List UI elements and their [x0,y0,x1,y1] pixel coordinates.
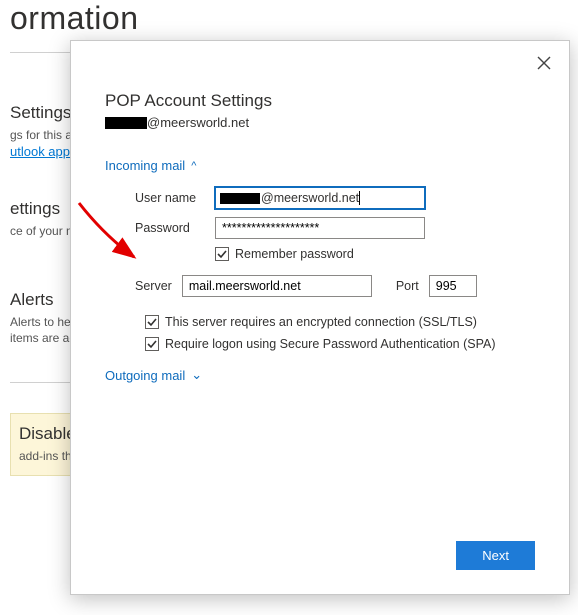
remember-password-row: Remember password [105,247,535,261]
server-label: Server [135,279,172,293]
pop-account-settings-dialog: POP Account Settings @meersworld.net Inc… [70,40,570,595]
close-button[interactable] [535,55,553,73]
username-row: User name @meersworld.net [105,187,535,209]
dialog-title: POP Account Settings [105,91,535,111]
username-value: @meersworld.net [261,191,359,205]
password-input[interactable] [215,217,425,239]
server-row: Server Port [105,275,535,297]
redacted-user [220,193,260,204]
ssl-checkbox[interactable] [145,315,159,329]
outlook-app-link[interactable]: utlook app f [10,144,77,159]
redacted-user [105,117,147,129]
next-button[interactable]: Next [456,541,535,570]
password-row: Password [105,217,535,239]
check-icon [217,249,227,259]
spa-label: Require logon using Secure Password Auth… [165,337,496,351]
remember-password-checkbox[interactable] [215,247,229,261]
password-label: Password [135,221,215,235]
username-label: User name [135,191,215,205]
dialog-footer: Next [456,541,535,570]
outgoing-mail-toggle[interactable]: Outgoing mail ⌄ [105,367,202,383]
close-icon [537,56,551,73]
port-input[interactable] [429,275,477,297]
chevron-up-icon: ^ [191,160,196,172]
account-email: @meersworld.net [105,115,535,130]
username-input[interactable]: @meersworld.net [215,187,425,209]
outgoing-label: Outgoing mail [105,368,185,383]
email-domain: @meersworld.net [147,115,249,130]
port-label: Port [396,279,419,293]
ssl-row: This server requires an encrypted connec… [105,315,535,329]
check-icon [147,317,157,327]
server-input[interactable] [182,275,372,297]
spa-row: Require logon using Secure Password Auth… [105,337,535,351]
spa-checkbox[interactable] [145,337,159,351]
ssl-label: This server requires an encrypted connec… [165,315,477,329]
incoming-label: Incoming mail [105,158,185,173]
page-heading: ormation [10,0,568,37]
remember-password-label: Remember password [235,247,354,261]
text-cursor [359,191,360,205]
check-icon [147,339,157,349]
incoming-mail-toggle[interactable]: Incoming mail ^ [105,158,196,173]
chevron-down-icon: ⌄ [191,367,202,383]
